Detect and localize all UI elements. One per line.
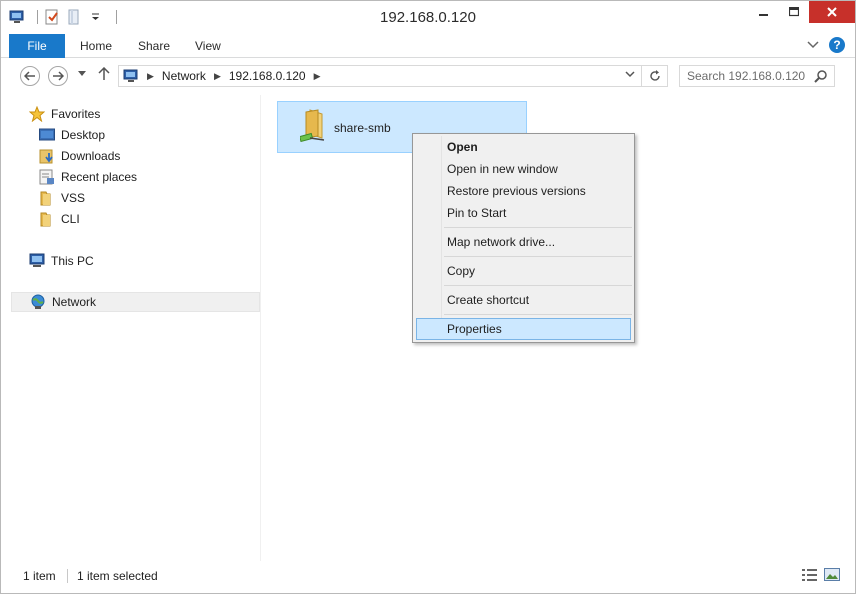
sidebar-label: This PC (51, 254, 94, 268)
network-icon (30, 294, 46, 310)
maximize-icon (789, 7, 799, 17)
refresh-icon (649, 70, 660, 81)
status-item-count: 1 item (23, 569, 56, 583)
downloads-icon (39, 148, 55, 164)
sidebar-item-network[interactable]: Network (11, 292, 260, 312)
breadcrumb-separator-icon[interactable]: ▶ (314, 71, 321, 82)
up-arrow-icon (98, 66, 110, 80)
sidebar-label: VSS (61, 191, 86, 205)
forward-arrow-icon (53, 71, 64, 81)
navigation-pane: Favorites Desktop Downloads Recent place… (1, 95, 261, 561)
close-icon (827, 7, 837, 17)
forward-button[interactable] (48, 66, 68, 86)
breadcrumb-separator-icon[interactable]: ▶ (147, 71, 154, 82)
context-menu-separator (444, 314, 632, 315)
context-menu-open[interactable]: Open (416, 136, 631, 158)
tab-file[interactable]: File (9, 34, 65, 58)
address-bar[interactable]: ▶ Network ▶ 192.168.0.120 ▶ (118, 65, 668, 87)
context-menu-separator (444, 285, 632, 286)
address-dropdown-icon[interactable] (625, 69, 635, 82)
search-placeholder: Search 192.168.0.120 (687, 69, 806, 83)
ribbon-tabs: File Home Share View ? (1, 33, 855, 58)
search-input[interactable]: Search 192.168.0.120 (679, 65, 835, 87)
context-menu-map-network-drive[interactable]: Map network drive... (416, 231, 631, 253)
context-menu-open-new-window[interactable]: Open in new window (416, 158, 631, 180)
context-menu-create-shortcut[interactable]: Create shortcut (416, 289, 631, 311)
window-controls (749, 1, 855, 23)
sidebar-item-desktop[interactable]: Desktop (39, 125, 105, 145)
sidebar-label: CLI (61, 212, 80, 226)
sidebar-item-recent-places[interactable]: Recent places (39, 167, 137, 187)
recent-locations-button[interactable] (78, 68, 86, 80)
breadcrumb-network[interactable]: Network (162, 69, 206, 83)
minimize-button[interactable] (749, 1, 779, 23)
minimize-icon (759, 14, 768, 16)
chevron-down-icon (78, 71, 86, 76)
folder-icon (39, 211, 55, 227)
recent-places-icon (39, 169, 55, 185)
network-location-icon (123, 68, 139, 84)
context-menu: Open Open in new window Restore previous… (412, 133, 635, 343)
sidebar-label: Favorites (51, 107, 101, 121)
breadcrumb-host[interactable]: 192.168.0.120 (229, 69, 306, 83)
title-bar: 192.168.0.120 (1, 1, 855, 33)
status-bar: 1 item 1 item selected (1, 563, 855, 589)
favorites-star-icon (28, 105, 46, 123)
sidebar-item-vss[interactable]: VSS (39, 188, 85, 208)
context-menu-restore-previous-versions[interactable]: Restore previous versions (416, 180, 631, 202)
status-selected-count: 1 item selected (77, 569, 158, 583)
window-title: 192.168.0.120 (380, 9, 476, 26)
large-icons-view-icon[interactable] (824, 568, 840, 582)
explorer-window: 192.168.0.120 File Home Share View ? ▶ N… (0, 0, 856, 594)
tab-view[interactable]: View (195, 34, 221, 58)
expand-ribbon-icon[interactable] (807, 40, 819, 50)
back-button[interactable] (20, 66, 40, 86)
sidebar-item-this-pc[interactable]: This PC (29, 251, 94, 271)
context-menu-properties[interactable]: Properties (416, 318, 631, 340)
context-menu-separator (444, 227, 632, 228)
folder-icon (39, 190, 55, 206)
shared-folder-icon (299, 108, 328, 143)
computer-icon (29, 253, 45, 269)
sidebar-label: Desktop (61, 128, 106, 142)
sidebar-item-cli[interactable]: CLI (39, 209, 80, 229)
desktop-icon (39, 127, 55, 143)
sidebar-item-favorites[interactable]: Favorites (28, 104, 101, 124)
navigation-bar: ▶ Network ▶ 192.168.0.120 ▶ Search 192.1… (1, 59, 855, 93)
tab-share[interactable]: Share (138, 34, 170, 58)
sidebar-item-downloads[interactable]: Downloads (39, 146, 120, 166)
breadcrumb-separator-icon[interactable]: ▶ (214, 71, 221, 82)
context-menu-copy[interactable]: Copy (416, 260, 631, 282)
close-button[interactable] (809, 1, 855, 23)
help-icon[interactable]: ? (829, 37, 845, 53)
ribbon-controls: ? (807, 37, 845, 53)
back-arrow-icon (24, 71, 35, 81)
maximize-button[interactable] (779, 1, 809, 23)
search-icon[interactable] (814, 69, 828, 86)
refresh-button[interactable] (641, 66, 667, 86)
sidebar-label: Downloads (61, 149, 121, 163)
status-separator (67, 569, 68, 583)
sidebar-label: Network (52, 295, 97, 309)
sidebar-label: Recent places (61, 170, 138, 184)
share-label: share-smb (334, 121, 391, 135)
details-view-icon[interactable] (802, 568, 818, 582)
tab-home[interactable]: Home (80, 34, 112, 58)
up-button[interactable] (98, 66, 110, 84)
context-menu-pin-to-start[interactable]: Pin to Start (416, 202, 631, 224)
context-menu-separator (444, 256, 632, 257)
